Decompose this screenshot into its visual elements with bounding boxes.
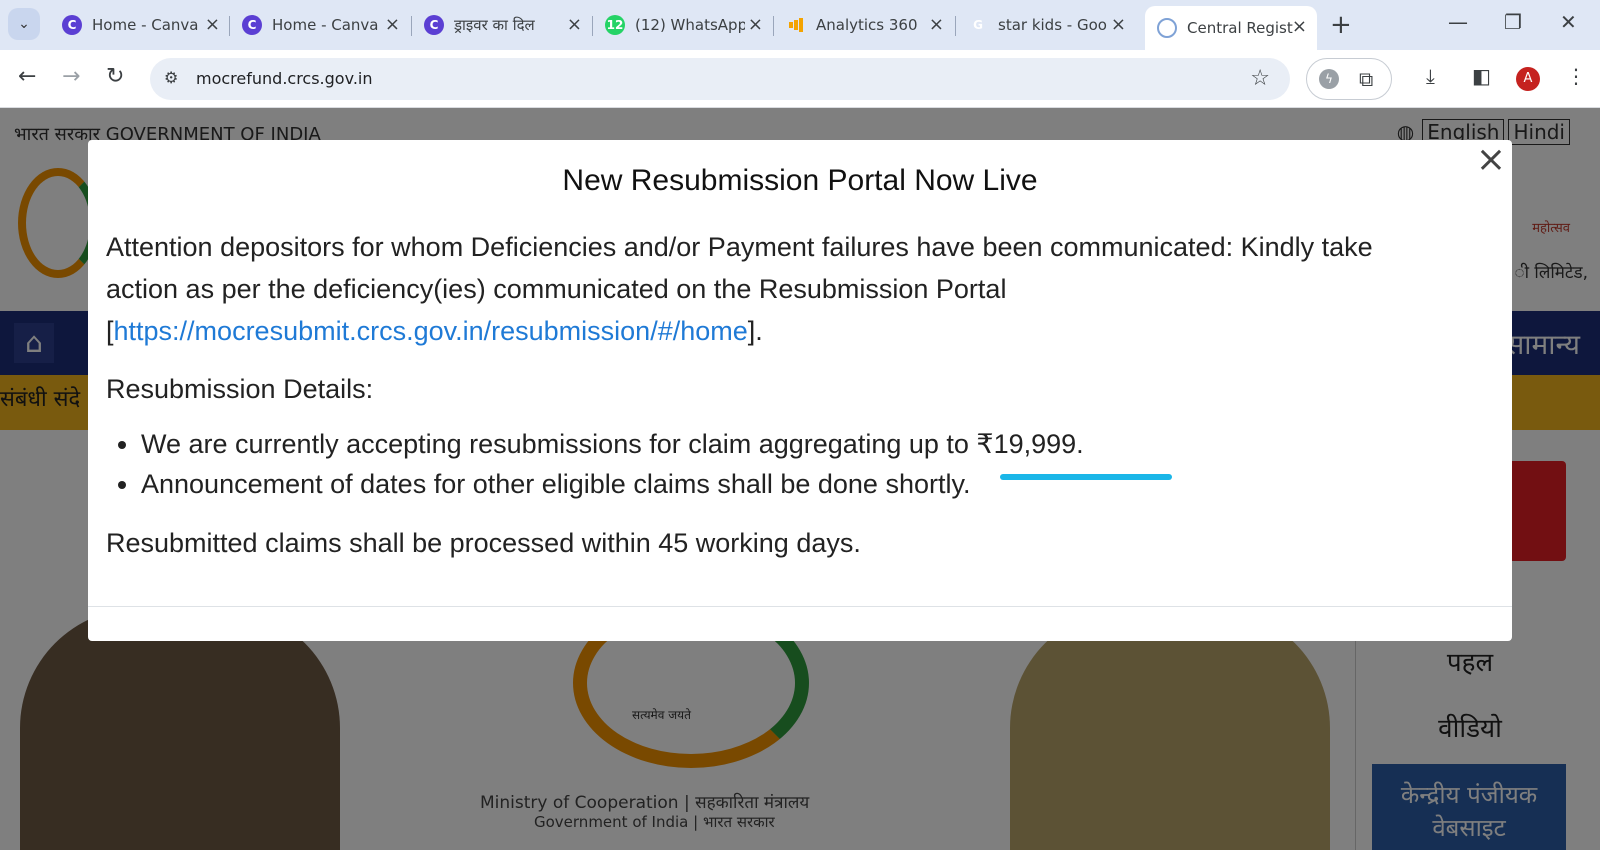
modal-body: Attention depositors for whom Deficienci… — [106, 226, 1446, 564]
announcement-modal: × New Resubmission Portal Now Live Atten… — [88, 140, 1512, 641]
site-settings-icon[interactable]: ⚙ — [164, 68, 178, 87]
reload-icon[interactable]: ↻ — [106, 64, 124, 89]
tab-whatsapp[interactable]: 12 (12) WhatsApp × — [593, 8, 773, 42]
attention-text: Attention depositors for whom Deficienci… — [106, 232, 1373, 304]
window-close-button[interactable]: ✕ — [1560, 10, 1577, 34]
menu-kebab-icon[interactable]: ⋮ — [1566, 64, 1586, 88]
close-icon[interactable]: × — [1111, 16, 1126, 34]
side-panel-icon[interactable]: ◧ — [1472, 64, 1491, 88]
processing-note: Resubmitted claims shall be processed wi… — [106, 528, 861, 558]
list-item: We are currently accepting resubmissions… — [141, 424, 1446, 464]
canva-icon: C — [62, 15, 82, 35]
tab-strip: ⌄ C Home - Canva × C Home - Canva × C ड्… — [0, 0, 1600, 50]
download-icon[interactable]: ⤓ — [1426, 64, 1435, 88]
tab-canva-3[interactable]: C ड्राइवर का दिल × — [412, 8, 592, 42]
tab-search-button[interactable]: ⌄ — [8, 8, 40, 40]
whatsapp-icon: 12 — [605, 15, 625, 35]
back-icon[interactable]: ← — [18, 64, 36, 89]
close-icon[interactable]: × — [929, 16, 944, 34]
restore-button[interactable]: ❐ — [1504, 10, 1522, 34]
tab-title: ड्राइवर का दिल — [454, 16, 535, 34]
url-text[interactable]: mocrefund.crcs.gov.in — [196, 69, 372, 88]
close-icon[interactable]: × — [748, 16, 763, 34]
tab-title: (12) WhatsApp — [635, 16, 745, 34]
close-icon: ✕ — [1560, 10, 1577, 34]
highlight-underline — [1000, 474, 1172, 480]
tab-canva-2[interactable]: C Home - Canva × — [230, 8, 410, 42]
google-icon: G — [973, 18, 983, 32]
close-icon[interactable]: × — [385, 16, 400, 34]
close-icon[interactable]: × — [567, 16, 582, 34]
link-bracket-open: [ — [106, 316, 114, 346]
tab-title: Central Regist — [1187, 19, 1293, 37]
link-bracket-close: ]. — [747, 316, 763, 346]
plus-icon: + — [1330, 10, 1352, 40]
extensions-group: ϟ ⧉ — [1306, 58, 1392, 100]
forward-icon[interactable]: → — [62, 64, 80, 89]
minimize-button[interactable]: — — [1448, 10, 1468, 34]
address-bar[interactable]: ⚙ mocrefund.crcs.gov.in ☆ — [150, 58, 1290, 100]
list-item: Announcement of dates for other eligible… — [141, 464, 1446, 504]
tab-analytics[interactable]: Analytics 360 × — [774, 8, 954, 42]
restore-icon: ❐ — [1504, 10, 1522, 34]
analytics-icon — [786, 15, 806, 35]
tab-google[interactable]: G star kids - Goo × — [956, 8, 1136, 42]
details-heading: Resubmission Details: — [106, 374, 374, 404]
tab-canva-1[interactable]: C Home - Canva × — [50, 8, 230, 42]
tab-title: star kids - Goo — [998, 16, 1107, 34]
tab-title: Analytics 360 — [816, 16, 918, 34]
browser-toolbar: ← → ↻ ⚙ mocrefund.crcs.gov.in ☆ ϟ ⧉ ⤓ ◧ … — [0, 50, 1600, 108]
attention-paragraph: Attention depositors for whom Deficienci… — [106, 226, 1446, 352]
details-list: We are currently accepting resubmissions… — [106, 424, 1446, 504]
modal-footer-divider — [88, 606, 1512, 607]
document-icon — [1157, 18, 1177, 38]
resubmission-portal-link[interactable]: https://mocresubmit.crcs.gov.in/resubmis… — [114, 316, 748, 346]
avatar[interactable]: A — [1516, 67, 1540, 91]
tab-title: Home - Canva — [92, 16, 199, 34]
tab-central-registrar[interactable]: Central Regist × — [1145, 6, 1317, 50]
minimize-icon: — — [1448, 10, 1468, 34]
chevron-down-icon: ⌄ — [18, 16, 30, 32]
close-icon[interactable]: × — [205, 16, 220, 34]
bookmark-star-icon[interactable]: ☆ — [1250, 66, 1270, 91]
modal-title: New Resubmission Portal Now Live — [562, 164, 1038, 197]
close-icon[interactable]: × — [1292, 18, 1307, 36]
puzzle-icon[interactable]: ⧉ — [1359, 67, 1373, 91]
tab-title: Home - Canva — [272, 16, 379, 34]
canva-icon: C — [424, 15, 444, 35]
extension-icon[interactable]: ϟ — [1319, 69, 1339, 89]
new-tab-button[interactable]: + — [1330, 10, 1352, 40]
canva-icon: C — [242, 15, 262, 35]
